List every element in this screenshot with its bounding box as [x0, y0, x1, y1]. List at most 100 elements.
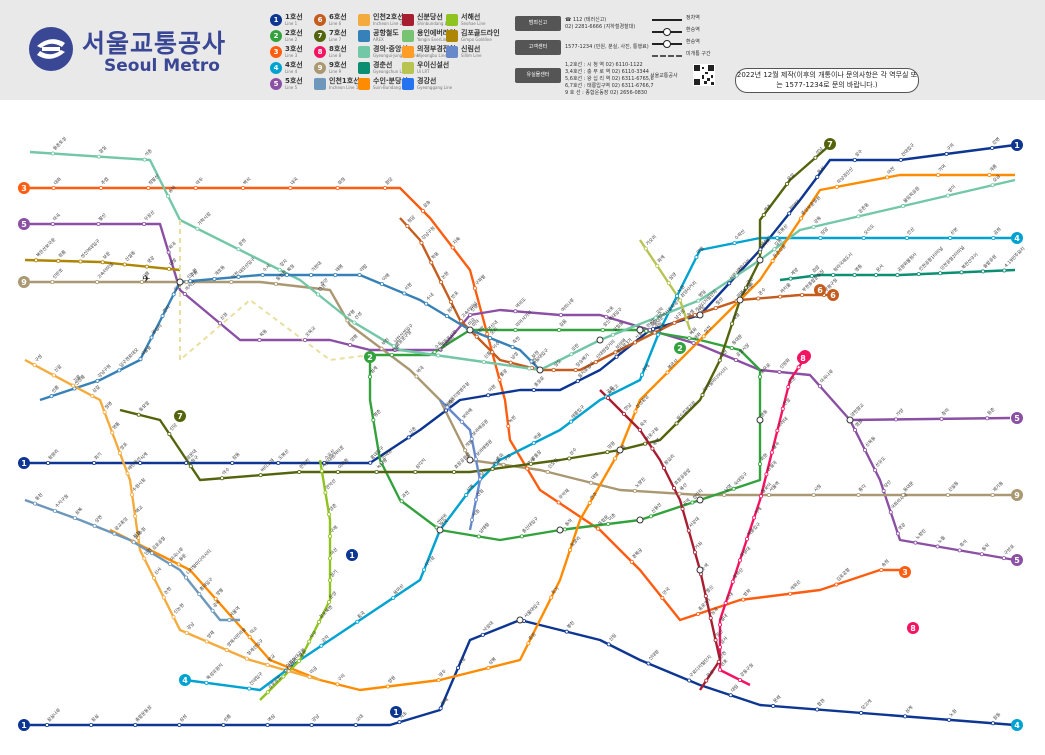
station-label[interactable]: 잠실	[90, 713, 101, 724]
station-label[interactable]: 용마산	[392, 583, 406, 597]
station-marker[interactable]	[718, 667, 723, 672]
station-label[interactable]: 서울역	[228, 605, 242, 619]
station-marker[interactable]	[834, 582, 839, 587]
station-label[interactable]: 미금	[308, 665, 319, 676]
station-marker[interactable]	[734, 273, 739, 278]
station-marker[interactable]	[480, 632, 485, 637]
station-marker[interactable]	[486, 393, 491, 398]
station-marker[interactable]	[273, 281, 278, 286]
station-marker[interactable]	[771, 704, 776, 709]
station-label[interactable]: 금정	[992, 226, 1003, 237]
station-marker[interactable]	[220, 476, 225, 481]
station-marker[interactable]	[938, 271, 943, 276]
station-label[interactable]: 양천향교	[849, 402, 866, 419]
station-marker[interactable]	[472, 286, 477, 291]
station-marker[interactable]	[694, 255, 699, 260]
station-marker[interactable]	[152, 576, 157, 581]
station-label[interactable]: 솔밭공원	[981, 253, 998, 270]
station-label[interactable]: 서강대	[687, 515, 701, 529]
station-marker[interactable]	[990, 492, 995, 497]
station-label[interactable]: 공항화물청사	[896, 250, 919, 273]
station-label[interactable]: 효창공원앞	[673, 467, 693, 487]
station-marker[interactable]	[177, 723, 182, 728]
station-label[interactable]: 수지구청	[53, 493, 70, 510]
station-marker[interactable]	[684, 318, 689, 323]
station-label[interactable]: 구리	[336, 672, 347, 683]
station-label[interactable]: 몽촌토성	[51, 135, 68, 152]
station-marker[interactable]	[50, 222, 55, 227]
station-marker[interactable]	[959, 270, 964, 275]
station-label[interactable]: 마곡나루	[818, 368, 835, 385]
station-label[interactable]: 상봉	[465, 483, 476, 494]
station-marker[interactable]	[633, 340, 638, 345]
station-label[interactable]: 마두	[194, 176, 205, 187]
station-marker[interactable]	[448, 299, 453, 304]
station-label[interactable]: 계양	[789, 266, 800, 277]
station-marker[interactable]	[549, 595, 554, 600]
station-marker[interactable]	[813, 155, 818, 160]
station-label[interactable]: 강변	[991, 136, 1002, 147]
station-marker[interactable]	[885, 175, 890, 180]
station-marker[interactable]	[420, 208, 425, 213]
station-marker[interactable]	[414, 374, 419, 379]
station-marker[interactable]	[861, 235, 866, 240]
station-marker[interactable]	[567, 456, 572, 461]
station-label[interactable]: 동대문	[730, 333, 744, 347]
station-marker[interactable]	[131, 540, 136, 545]
station-marker[interactable]	[936, 173, 941, 178]
station-label[interactable]: 제기동	[991, 480, 1005, 494]
station-label[interactable]: 신방화	[778, 357, 792, 371]
transfer-station-marker[interactable]	[556, 526, 564, 534]
station-marker[interactable]	[873, 272, 878, 277]
transfer-station-marker[interactable]	[696, 311, 704, 319]
station-label[interactable]: 죽전	[511, 335, 522, 346]
station-marker[interactable]	[265, 663, 270, 668]
station-label[interactable]: 논현	[440, 270, 451, 281]
station-marker[interactable]	[687, 678, 692, 683]
station-marker[interactable]	[221, 723, 226, 728]
station-marker[interactable]	[247, 635, 252, 640]
station-marker[interactable]	[674, 421, 679, 426]
station-marker[interactable]	[32, 363, 37, 368]
station-label[interactable]: 성복	[73, 506, 84, 517]
station-marker[interactable]	[980, 269, 985, 274]
station-marker[interactable]	[488, 336, 493, 341]
station-marker[interactable]	[646, 661, 651, 666]
station-marker[interactable]	[413, 469, 418, 474]
station-marker[interactable]	[399, 499, 404, 504]
station-marker[interactable]	[815, 707, 820, 712]
station-marker[interactable]	[778, 294, 783, 299]
station-marker[interactable]	[117, 368, 122, 373]
station-label[interactable]: 구의	[945, 142, 956, 153]
station-marker[interactable]	[677, 491, 682, 496]
station-marker[interactable]	[718, 622, 723, 627]
station-marker[interactable]	[456, 665, 461, 670]
station-marker[interactable]	[756, 296, 761, 301]
station-label[interactable]: 남성	[509, 350, 520, 361]
station-marker[interactable]	[45, 723, 50, 728]
station-marker[interactable]	[212, 276, 217, 281]
station-marker[interactable]	[297, 470, 302, 475]
station-label[interactable]: 잠실나루	[46, 707, 63, 724]
station-marker[interactable]	[557, 327, 562, 332]
station-label[interactable]: 학동	[430, 250, 441, 261]
station-marker[interactable]	[117, 451, 122, 456]
station-marker[interactable]	[605, 395, 610, 400]
station-marker[interactable]	[204, 680, 209, 685]
station-label[interactable]: 오이도	[862, 223, 876, 237]
station-label[interactable]: 무악재	[557, 487, 571, 501]
station-marker[interactable]	[589, 480, 594, 485]
station-label[interactable]: 신목동	[864, 435, 878, 449]
station-marker[interactable]	[948, 235, 953, 240]
station-marker[interactable]	[316, 292, 321, 297]
station-marker[interactable]	[72, 516, 77, 521]
transfer-station-marker[interactable]	[756, 256, 764, 264]
station-label[interactable]: 노량진	[633, 476, 647, 490]
station-label[interactable]: 방화	[742, 587, 753, 598]
station-marker[interactable]	[323, 490, 328, 495]
station-marker[interactable]	[230, 460, 235, 465]
station-marker[interactable]	[700, 393, 705, 398]
station-marker[interactable]	[633, 409, 638, 414]
station-label[interactable]: 군자	[320, 633, 331, 644]
transfer-station-marker[interactable]	[736, 296, 744, 304]
